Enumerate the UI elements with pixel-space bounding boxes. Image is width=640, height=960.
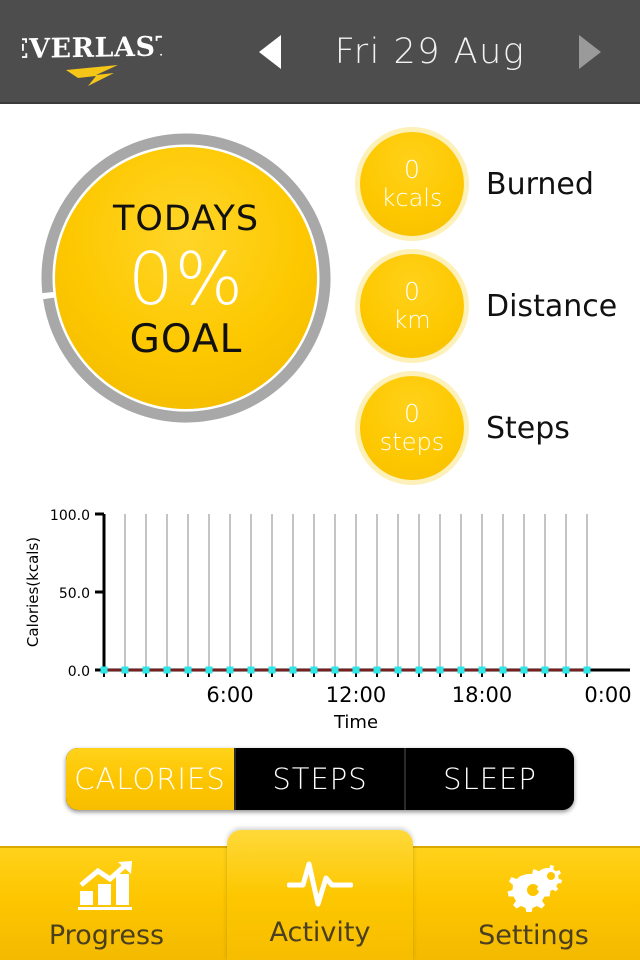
stat-label: Burned xyxy=(486,166,594,202)
svg-text:50.0: 50.0 xyxy=(59,586,90,602)
goal-top-label: TODAYS xyxy=(112,198,260,239)
nav-item-progress[interactable]: Progress xyxy=(0,848,213,960)
calories-chart: 0.0 50.0 100.0 6:00 12:00 18:00 0:00 Time Calori… xyxy=(8,498,632,728)
triangle-left-icon xyxy=(259,35,281,69)
svg-text:0.0: 0.0 xyxy=(68,664,90,680)
nav-item-settings[interactable]: Settings xyxy=(427,848,640,960)
stat-bubble: 0 steps xyxy=(360,376,464,480)
stat-distance[interactable]: 0 km Distance xyxy=(360,254,640,358)
stat-unit: steps xyxy=(379,427,445,456)
heartbeat-pulse-icon xyxy=(287,857,353,909)
app-header: EVERLAST Fri 29 Aug xyxy=(0,0,640,104)
segment-calories[interactable]: CALORIES xyxy=(66,748,234,810)
triangle-right-icon xyxy=(579,35,601,69)
daily-goal-gauge[interactable]: TODAYS 0% GOAL xyxy=(36,128,336,428)
gears-icon xyxy=(503,860,565,912)
next-day-button[interactable] xyxy=(570,29,610,75)
goal-bottom-label: GOAL xyxy=(129,316,243,362)
stat-label: Distance xyxy=(486,288,618,324)
stat-unit: km xyxy=(393,305,431,334)
stat-value: 0 xyxy=(404,276,420,306)
metric-segmented-control: CALORIES STEPS SLEEP xyxy=(66,748,574,810)
nav-label: Activity xyxy=(269,916,371,948)
bottom-navigation: Progress Activity Settings xyxy=(0,830,640,960)
stat-bubble: 0 kcals xyxy=(360,132,464,236)
svg-text:6:00: 6:00 xyxy=(206,683,253,707)
svg-text:12:00: 12:00 xyxy=(326,683,387,707)
everlast-logo: EVERLAST xyxy=(22,18,162,90)
stat-value: 0 xyxy=(404,398,420,428)
segment-steps[interactable]: STEPS xyxy=(234,748,404,810)
date-navigator: Fri 29 Aug xyxy=(250,22,610,82)
goal-percent-value: 0% xyxy=(127,236,245,321)
stat-burned[interactable]: 0 kcals Burned xyxy=(360,132,640,236)
calories-chart-svg: 0.0 50.0 100.0 6:00 12:00 18:00 0:00 Time Calori… xyxy=(24,508,632,728)
stat-unit: kcals xyxy=(381,183,443,212)
nav-label: Progress xyxy=(48,919,165,951)
svg-text:Time: Time xyxy=(333,712,378,728)
segment-sleep[interactable]: SLEEP xyxy=(404,748,574,810)
svg-text:18:00: 18:00 xyxy=(452,683,513,707)
stat-value: 0 xyxy=(404,154,420,184)
svg-text:EVERLAST: EVERLAST xyxy=(22,31,162,65)
stat-label: Steps xyxy=(486,410,570,446)
app-root: EVERLAST Fri 29 Aug TODAYS 0% GOAL 0 kca… xyxy=(0,0,640,960)
svg-text:Calories(kcals): Calories(kcals) xyxy=(24,537,42,647)
stat-steps[interactable]: 0 steps Steps xyxy=(360,376,640,480)
svg-text:100.0: 100.0 xyxy=(50,508,90,524)
stat-bubble: 0 km xyxy=(360,254,464,358)
stats-panel: 0 kcals Burned 0 km Distance 0 steps Ste… xyxy=(360,132,640,480)
nav-label: Settings xyxy=(478,919,589,951)
current-date-label: Fri 29 Aug xyxy=(334,32,526,72)
svg-text:0:00: 0:00 xyxy=(584,683,631,707)
bar-chart-arrow-icon xyxy=(76,860,138,912)
previous-day-button[interactable] xyxy=(250,29,290,75)
nav-item-activity[interactable]: Activity xyxy=(227,830,413,960)
